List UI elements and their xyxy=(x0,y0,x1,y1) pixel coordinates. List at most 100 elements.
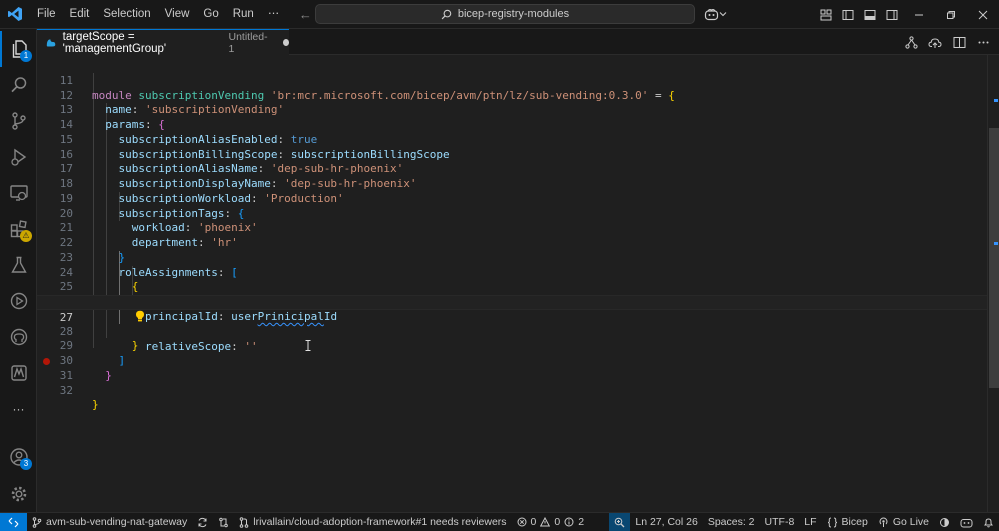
visualizer-icon xyxy=(904,35,918,49)
menu-view[interactable]: View xyxy=(158,0,197,29)
code-line: 24 { xyxy=(37,251,987,294)
zoom-indicator[interactable] xyxy=(609,512,631,531)
indentation-status[interactable]: Spaces: 2 xyxy=(703,513,760,531)
remote-explorer-button[interactable] xyxy=(0,175,37,211)
restore-button[interactable] xyxy=(935,0,967,29)
copilot-icon xyxy=(960,518,973,527)
restore-icon xyxy=(947,10,955,19)
status-bar-right: Ln 27, Col 26 Spaces: 2 UTF-8 LF Bicep G… xyxy=(609,512,999,531)
sync-button[interactable] xyxy=(192,513,213,531)
editor-scrollbar[interactable] xyxy=(987,55,999,512)
github-actions-icon xyxy=(10,292,27,310)
menu-more[interactable]: ⋯ xyxy=(261,0,287,29)
code-line: 17 subscriptionDisplayName: 'dep-sub-hr-… xyxy=(37,148,987,190)
overview-ruler-mark xyxy=(994,99,998,102)
command-center-search[interactable]: bicep-registry-modules xyxy=(315,4,695,24)
search-view-button[interactable] xyxy=(0,67,37,103)
remote-indicator[interactable] xyxy=(0,512,27,531)
minimize-icon xyxy=(915,14,923,15)
code-line: 12 name: 'subscriptionVending' xyxy=(37,74,987,117)
line-number: 32 xyxy=(59,383,73,397)
info-icon xyxy=(564,517,574,527)
explorer-badge: 1 xyxy=(20,50,32,62)
manage-button[interactable] xyxy=(0,476,37,512)
minimize-button[interactable] xyxy=(903,0,935,29)
code-line: 15 subscriptionBillingScope: subscriptio… xyxy=(37,118,987,161)
deploy-button[interactable] xyxy=(925,32,945,52)
branch-status[interactable]: avm-sub-vending-nat-gateway xyxy=(27,513,192,531)
copilot-status[interactable] xyxy=(955,513,978,531)
text-cursor-icon xyxy=(305,340,311,351)
cloud-upload-icon xyxy=(928,37,942,48)
encoding-status[interactable]: UTF-8 xyxy=(760,513,800,531)
accounts-button[interactable]: 3 xyxy=(0,439,37,475)
testing-button[interactable] xyxy=(0,247,37,283)
cursor-position[interactable]: Ln 27, Col 26 xyxy=(630,513,702,531)
error-count: 0 xyxy=(530,516,537,528)
editor-actions xyxy=(901,29,993,55)
code-line: 13 params: { xyxy=(37,89,987,131)
explorer-button[interactable]: 1 xyxy=(0,31,37,67)
flask-icon xyxy=(10,256,27,273)
azure-button[interactable] xyxy=(0,355,37,391)
sync-icon xyxy=(198,517,207,527)
customize-layout-icon[interactable] xyxy=(815,0,837,29)
visualizer-button[interactable] xyxy=(901,32,921,52)
theme-toggle[interactable] xyxy=(934,513,955,531)
pull-request-status[interactable]: lrivallain/cloud-adoption-framework#1 ne… xyxy=(234,513,511,531)
toggle-panel-icon[interactable] xyxy=(859,0,881,29)
run-debug-button[interactable] xyxy=(0,139,37,175)
code-line: 28 } xyxy=(37,310,987,353)
bracket-token: } xyxy=(92,398,99,412)
code-editor[interactable]: 11 module subscriptionVending 'br:mcr.mi… xyxy=(37,55,987,512)
code-line: 14 subscriptionAliasEnabled: true xyxy=(37,103,987,146)
git-compare-icon xyxy=(219,517,229,527)
copilot-menu-button[interactable] xyxy=(704,5,730,23)
editor-tab-bar: targetScope = 'managementGroup' Untitled… xyxy=(37,29,999,55)
gear-icon xyxy=(11,486,26,502)
code-line: 30 } xyxy=(37,339,987,382)
language-name: Bicep xyxy=(841,516,868,528)
github-actions-button[interactable] xyxy=(0,283,37,319)
code-line: 26 principalId: userPrinicipalId xyxy=(37,280,987,323)
back-arrow-icon[interactable]: ← xyxy=(296,7,314,22)
more-actions-button[interactable] xyxy=(973,32,993,52)
notifications-button[interactable] xyxy=(978,513,999,531)
code-line: 18 subscriptionWorkload: 'Production' xyxy=(37,162,987,205)
menu-edit[interactable]: Edit xyxy=(63,0,97,29)
tab-untitled-1[interactable]: targetScope = 'managementGroup' Untitled… xyxy=(37,29,289,55)
close-icon xyxy=(978,10,988,19)
toggle-primary-sidebar-icon[interactable] xyxy=(837,0,859,29)
chevron-down-icon xyxy=(719,12,727,17)
tab-description: Untitled-1 xyxy=(228,30,268,55)
run-debug-icon xyxy=(10,148,26,166)
menu-selection[interactable]: Selection xyxy=(96,0,157,29)
source-control-button[interactable] xyxy=(0,103,37,139)
extensions-button[interactable]: ⚠ xyxy=(0,211,37,247)
code-line: 20 workload: 'phoenix' xyxy=(37,192,987,235)
go-live-button[interactable]: Go Live xyxy=(873,513,934,531)
unsaved-dot-icon[interactable] xyxy=(282,39,289,46)
github-pull-requests-button[interactable] xyxy=(0,319,37,355)
overview-ruler-mark xyxy=(994,242,998,245)
menu-run[interactable]: Run xyxy=(226,0,261,29)
search-text: bicep-registry-modules xyxy=(457,8,570,20)
braces-icon xyxy=(827,517,837,527)
language-mode[interactable]: Bicep xyxy=(822,513,873,531)
remote-icon xyxy=(8,517,19,527)
problems-status[interactable]: 0 0 2 xyxy=(512,513,590,531)
status-bar: avm-sub-vending-nat-gateway lrivallain/c… xyxy=(0,512,999,531)
split-editor-button[interactable] xyxy=(949,32,969,52)
menu-file[interactable]: File xyxy=(30,0,63,29)
toggle-secondary-sidebar-icon[interactable] xyxy=(881,0,903,29)
eol-status[interactable]: LF xyxy=(799,513,821,531)
error-icon xyxy=(517,517,527,527)
git-graph-button[interactable] xyxy=(213,513,234,531)
scrollbar-thumb[interactable] xyxy=(989,128,999,388)
breakpoint-icon[interactable] xyxy=(43,358,50,365)
warning-icon xyxy=(540,517,551,527)
more-views-button[interactable]: ··· xyxy=(0,391,37,427)
close-button[interactable] xyxy=(967,0,999,29)
menu-go[interactable]: Go xyxy=(196,0,225,29)
source-control-icon xyxy=(11,112,26,130)
